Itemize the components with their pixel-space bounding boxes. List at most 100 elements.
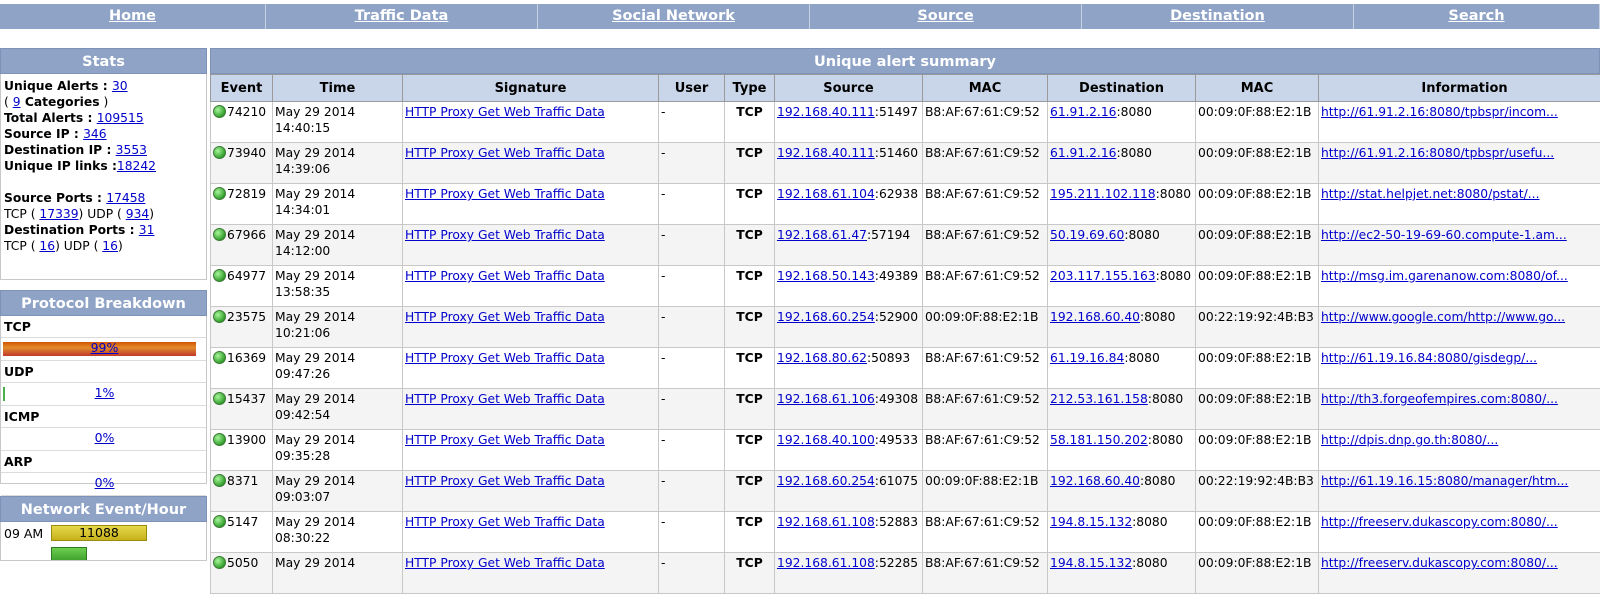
destination-ip-link[interactable]: 212.53.161.158	[1050, 392, 1148, 406]
destination-tcp-ports-link[interactable]: 16	[39, 239, 55, 253]
column-header-user[interactable]: User	[659, 75, 725, 102]
hour-count-bar[interactable]	[51, 547, 87, 561]
destination-ip-link[interactable]: 61.19.16.84	[1050, 351, 1124, 365]
protocol-type: TCP	[736, 474, 762, 488]
destination-ip-link[interactable]: 58.181.150.202	[1050, 433, 1148, 447]
source-ip-link[interactable]: 192.168.61.106	[777, 392, 875, 406]
user-cell: -	[659, 512, 725, 553]
source-port: :49308	[875, 392, 918, 406]
signature-link[interactable]: HTTP Proxy Get Web Traffic Data	[405, 105, 605, 119]
user-value: -	[661, 556, 665, 570]
nav-destination[interactable]: Destination	[1082, 4, 1354, 29]
column-header-time[interactable]: Time	[273, 75, 403, 102]
signature-link[interactable]: HTTP Proxy Get Web Traffic Data	[405, 515, 605, 529]
source-ports-link[interactable]: 17458	[106, 191, 145, 205]
destination-cell: 194.8.15.132:8080	[1048, 553, 1196, 594]
source-ip-link[interactable]: 192.168.61.108	[777, 515, 875, 529]
source-ip-link[interactable]: 192.168.80.62	[777, 351, 867, 365]
information-link[interactable]: http://freeserv.dukascopy.com:8080/...	[1321, 515, 1558, 529]
destination-ip-link[interactable]: 192.168.60.40	[1050, 310, 1140, 324]
hour-count-bar[interactable]: 11088	[51, 525, 147, 541]
signature-link[interactable]: HTTP Proxy Get Web Traffic Data	[405, 433, 605, 447]
source-ip-link[interactable]: 346	[83, 127, 106, 141]
nav-home[interactable]: Home	[0, 4, 266, 29]
destination-ip-link[interactable]: 3553	[116, 143, 147, 157]
unique-alerts-link[interactable]: 30	[112, 79, 128, 93]
destination-ip-link[interactable]: 195.211.102.118	[1050, 187, 1156, 201]
signature-link[interactable]: HTTP Proxy Get Web Traffic Data	[405, 556, 605, 570]
source-ip-link[interactable]: 192.168.61.108	[777, 556, 875, 570]
nav-search[interactable]: Search	[1354, 4, 1600, 29]
source-port: :52285	[875, 556, 918, 570]
protocol-percent-icmp[interactable]: 0%	[1, 430, 208, 445]
information-link[interactable]: http://stat.helpjet.net:8080/pstat/...	[1321, 187, 1539, 201]
stats-source-ports: Source Ports : 17458	[4, 190, 203, 206]
protocol-row-icmp: 0%	[1, 428, 206, 451]
user-value: -	[661, 392, 665, 406]
destination-ip-link[interactable]: 192.168.60.40	[1050, 474, 1140, 488]
categories-link[interactable]: 9	[13, 95, 21, 109]
information-link[interactable]: http://61.91.2.16:8080/tpbspr/incom...	[1321, 105, 1558, 119]
source-udp-ports-link[interactable]: 934	[126, 207, 149, 221]
destination-port: :8080	[1124, 228, 1159, 242]
source-ip-link[interactable]: 192.168.60.254	[777, 474, 875, 488]
information-link[interactable]: http://ec2-50-19-69-60.compute-1.am...	[1321, 228, 1567, 242]
unique-links-link[interactable]: 18242	[117, 159, 156, 173]
information-link[interactable]: http://dpis.dnp.go.th:8080/...	[1321, 433, 1498, 447]
information-link[interactable]: http://61.91.2.16:8080/tpbspr/usefu...	[1321, 146, 1554, 160]
nav-social-network[interactable]: Social Network	[538, 4, 810, 29]
signature-link[interactable]: HTTP Proxy Get Web Traffic Data	[405, 392, 605, 406]
nav-traffic-data[interactable]: Traffic Data	[266, 4, 538, 29]
source-ip-link[interactable]: 192.168.61.47	[777, 228, 867, 242]
destination-ip-link[interactable]: 194.8.15.132	[1050, 556, 1132, 570]
information-link[interactable]: http://th3.forgeofempires.com:8080/...	[1321, 392, 1558, 406]
type-cell: TCP	[725, 553, 775, 594]
protocol-percent-arp[interactable]: 0%	[1, 475, 208, 490]
column-header-source-mac[interactable]: MAC	[923, 75, 1048, 102]
column-header-information[interactable]: Information	[1319, 75, 1600, 102]
protocol-percent-udp[interactable]: 1%	[1, 385, 208, 400]
destination-mac-cell: 00:09:0F:88:E2:1B	[1196, 225, 1319, 266]
information-link[interactable]: http://www.google.com/http://www.go...	[1321, 310, 1565, 324]
column-header-signature[interactable]: Signature	[403, 75, 659, 102]
source-ip-link[interactable]: 192.168.60.254	[777, 310, 875, 324]
signature-link[interactable]: HTTP Proxy Get Web Traffic Data	[405, 146, 605, 160]
destination-ports-link[interactable]: 31	[139, 223, 155, 237]
source-ip-link[interactable]: 192.168.40.100	[777, 433, 875, 447]
signature-link[interactable]: HTTP Proxy Get Web Traffic Data	[405, 310, 605, 324]
stats-total-alerts: Total Alerts : 109515	[4, 110, 203, 126]
hour-row: 09 AM 11088	[1, 522, 206, 544]
protocol-row-udp: 1%	[1, 383, 206, 406]
information-link[interactable]: http://61.19.16.84:8080/gisdegp/...	[1321, 351, 1537, 365]
column-header-event[interactable]: Event	[211, 75, 273, 102]
signature-link[interactable]: HTTP Proxy Get Web Traffic Data	[405, 269, 605, 283]
destination-ip-link[interactable]: 61.91.2.16	[1050, 105, 1117, 119]
destination-ip-link[interactable]: 50.19.69.60	[1050, 228, 1124, 242]
source-ip-link[interactable]: 192.168.40.111	[777, 105, 875, 119]
destination-mac-cell: 00:09:0F:88:E2:1B	[1196, 512, 1319, 553]
information-cell: http://ec2-50-19-69-60.compute-1.am...	[1319, 225, 1600, 266]
destination-ip-link[interactable]: 194.8.15.132	[1050, 515, 1132, 529]
source-tcp-ports-link[interactable]: 17339	[39, 207, 78, 221]
protocol-percent-tcp[interactable]: 99%	[1, 340, 208, 355]
signature-link[interactable]: HTTP Proxy Get Web Traffic Data	[405, 351, 605, 365]
source-ip-link[interactable]: 192.168.50.143	[777, 269, 875, 283]
source-ip-link[interactable]: 192.168.40.111	[777, 146, 875, 160]
signature-link[interactable]: HTTP Proxy Get Web Traffic Data	[405, 474, 605, 488]
column-header-destination[interactable]: Destination	[1048, 75, 1196, 102]
event-time: 14:40:15	[275, 120, 400, 136]
signature-link[interactable]: HTTP Proxy Get Web Traffic Data	[405, 228, 605, 242]
information-link[interactable]: http://msg.im.garenanow.com:8080/of...	[1321, 269, 1568, 283]
destination-udp-ports-link[interactable]: 16	[102, 239, 118, 253]
column-header-destination-mac[interactable]: MAC	[1196, 75, 1319, 102]
total-alerts-link[interactable]: 109515	[97, 111, 144, 125]
information-link[interactable]: http://61.19.16.15:8080/manager/htm...	[1321, 474, 1568, 488]
signature-link[interactable]: HTTP Proxy Get Web Traffic Data	[405, 187, 605, 201]
source-ip-link[interactable]: 192.168.61.104	[777, 187, 875, 201]
destination-ip-link[interactable]: 203.117.155.163	[1050, 269, 1156, 283]
destination-ip-link[interactable]: 61.91.2.16	[1050, 146, 1117, 160]
column-header-source[interactable]: Source	[775, 75, 923, 102]
column-header-type[interactable]: Type	[725, 75, 775, 102]
nav-source[interactable]: Source	[810, 4, 1082, 29]
information-link[interactable]: http://freeserv.dukascopy.com:8080/...	[1321, 556, 1558, 570]
